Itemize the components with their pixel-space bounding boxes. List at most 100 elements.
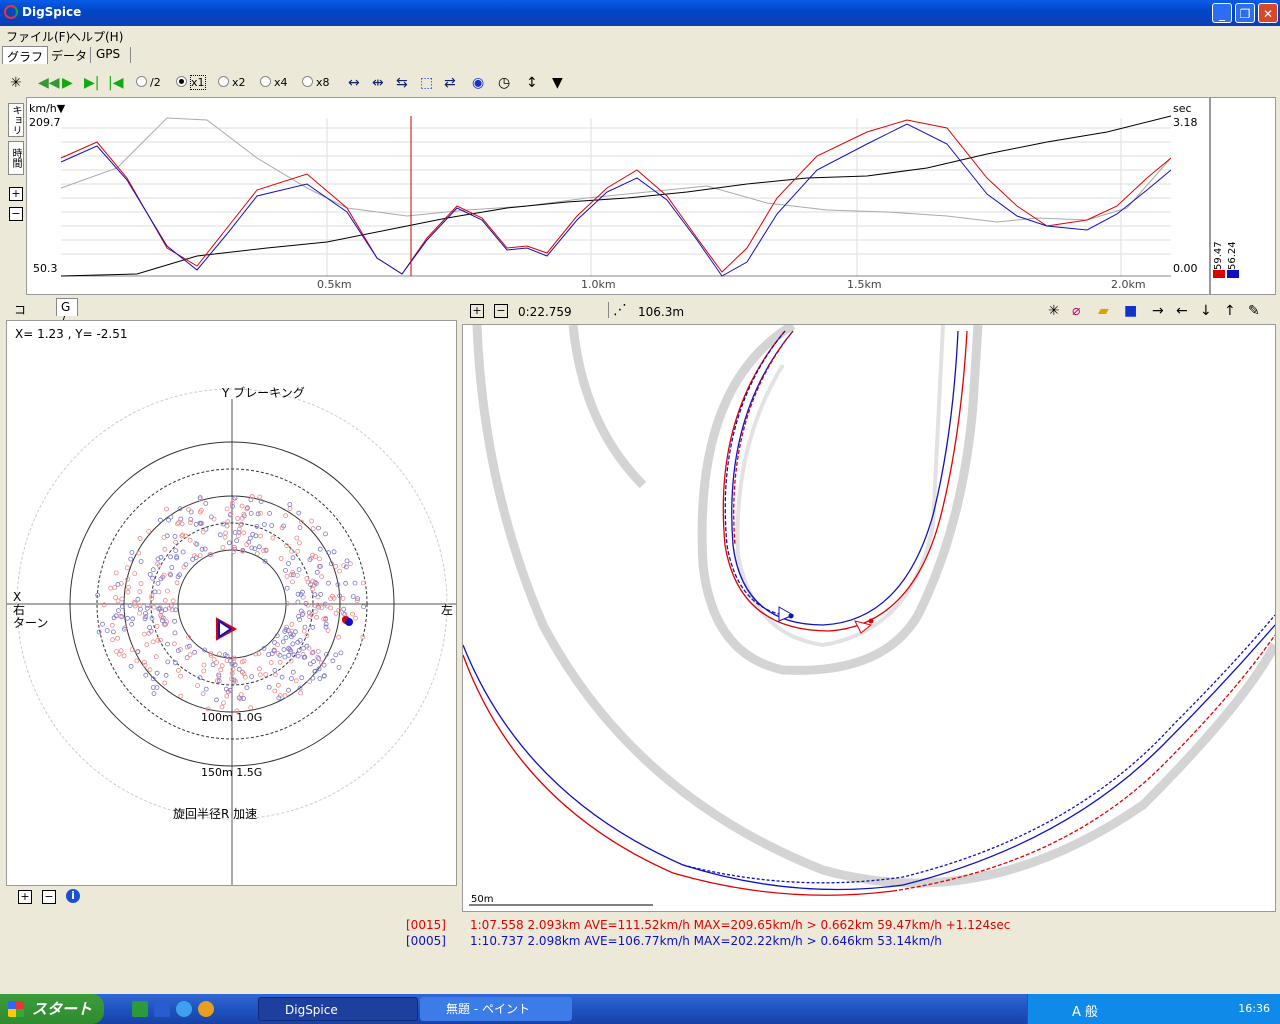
menu-help[interactable]: ヘルプ(H) [69,28,123,45]
g-force-plot-svg: Y ブレーキング X 右 ターン 左 100m 1.0G 150m 1.5G 旋… [7,385,456,885]
g-sample-point [257,666,262,672]
x-tick: 0.5km [317,278,352,291]
ime-indicator[interactable]: A 般 [1072,1001,1098,1020]
tab-gps[interactable]: GPS [92,46,124,64]
tab-data[interactable]: データ [47,46,91,64]
map-reset-icon[interactable]: ✳ [1048,302,1060,320]
g-sample-point [157,517,163,523]
g-sample-point [317,676,323,682]
g-force-plot[interactable]: X= 1.23 , Y= -2.51 Y ブレーキング X 右 ターン 左 10… [6,320,457,886]
pencil-icon[interactable]: ✎ [1248,302,1260,320]
start-button[interactable]: スタート [0,994,104,1024]
globe-icon[interactable]: ◉ [472,74,484,92]
save-icon[interactable]: ■ [1124,302,1137,320]
course-map-svg: 50m [462,321,1279,906]
g-sample-point [136,550,142,556]
g-sample-point [172,533,178,539]
g-sample-point [350,611,355,617]
arrow-up-icon[interactable]: ↑ [1224,302,1236,320]
rate-x4-radio[interactable]: x4 [260,76,288,89]
map-zoom-in-icon[interactable]: + [470,304,484,318]
map-toolbar: + − 0:22.759 ⋰ 106.3m ✳ ⌀ ▰ ■ → ← ↓ ↑ ✎ [462,300,1274,324]
g-sample-point [166,517,172,523]
word-icon[interactable] [154,1001,170,1017]
minimize-button[interactable]: _ [1212,3,1232,23]
open-folder-icon[interactable]: ▰ [1098,302,1109,320]
g-sample-point [115,635,120,641]
tab-graph[interactable]: グラフ [2,46,49,64]
tab-g-radius[interactable]: G / 旋回半径 [56,298,78,395]
close-button[interactable]: ✕ [1258,3,1278,23]
arrow-down-icon[interactable]: ↓ [1200,302,1212,320]
task-digspice[interactable]: DigSpice [258,997,418,1021]
reset-icon[interactable]: ✳ [10,74,22,92]
g-sample-point [325,580,331,586]
g-sample-point [295,599,301,605]
g-sample-point [272,672,278,678]
map-zoom-out-icon[interactable]: − [494,304,508,318]
rewind-icon[interactable]: ◀◀ [38,74,60,92]
ie-icon[interactable] [176,1001,192,1017]
sync-icon[interactable]: ⇄ [444,74,456,92]
tab-separator [90,47,91,63]
task-paint[interactable]: 無題 - ペイント [420,997,572,1021]
rate-x2-radio[interactable]: x2 [218,76,246,89]
zoom-out-icon[interactable]: − [9,207,23,221]
scale-label: 50m [471,894,493,905]
excel-icon[interactable] [132,1001,148,1017]
zoom-in-icon[interactable]: + [9,187,23,201]
right-max: 3.18 [1173,116,1198,129]
tab-time[interactable]: 時間 [8,141,24,175]
g-sample-point [254,551,260,557]
step-forward-icon[interactable]: ▶| [84,74,99,92]
g-sample-point [165,641,170,647]
step-back-icon[interactable]: |◀ [108,74,123,92]
play-icon[interactable]: ▶ [62,74,73,92]
legend-swatch-red [1213,270,1225,278]
g-sample-point [287,502,293,507]
vertical-fit-icon[interactable]: ↕ [526,74,538,92]
g-sample-point [344,558,350,564]
g-sample-point [315,648,321,654]
g-sample-point [283,513,289,519]
shrink-horizontal-icon[interactable]: ⇹ [372,74,384,92]
tab-distance[interactable]: キョリ [8,103,24,137]
clip-icon[interactable]: ⌀ [1072,302,1080,320]
g-sample-point [310,624,316,630]
plot-zoom-in-icon[interactable]: + [18,890,32,904]
legend-value-red: 59.47 [1213,241,1224,270]
plot-zoom-out-icon[interactable]: − [42,890,56,904]
g-sample-point [261,522,267,527]
rate-x8-radio[interactable]: x8 [302,76,330,89]
maximize-button[interactable]: ❐ [1235,3,1255,23]
rate-x1-radio[interactable]: x1 [176,75,206,90]
g-sample-point [343,580,349,586]
rate-half-radio[interactable]: /2 [136,76,161,89]
media-icon[interactable] [198,1001,214,1017]
g-sample-point [161,534,167,540]
speed-graph[interactable]: km/h▼ 209.7 50.3 sec 3.18 0.00 0.5km 1.0… [26,97,1210,295]
stopwatch-icon[interactable]: ◷ [498,74,510,92]
menu-bar: ファイル(F) ヘルプ(H) [0,26,1280,44]
graph-side-tabs: キョリ 時間 + − [6,97,26,293]
save-view-icon[interactable]: ⬚ [420,74,433,92]
dropdown-arrow-icon[interactable]: ▼ [552,74,563,92]
g-sample-point [353,615,359,621]
g-sample-point [134,658,140,664]
x-tick: 1.5km [847,278,882,291]
g-sample-point [298,690,304,696]
arrow-left-icon[interactable]: ← [1176,302,1188,320]
g-sample-point [109,622,115,628]
menu-file[interactable]: ファイル(F) [6,28,70,45]
align-icon[interactable]: ⇆ [396,74,408,92]
g-sample-point [341,611,346,617]
tab-course[interactable]: コース [10,300,30,351]
course-map[interactable]: 50m [462,321,1279,912]
arrow-right-icon[interactable]: → [1152,302,1164,320]
info-icon[interactable]: i [66,889,80,903]
g-sample-point [244,685,250,691]
g-sample-point [296,540,302,546]
label-radius-accel: 旋回半径R 加速 [173,807,257,821]
g-sample-point [290,555,296,561]
expand-horizontal-icon[interactable]: ↔ [348,74,360,92]
